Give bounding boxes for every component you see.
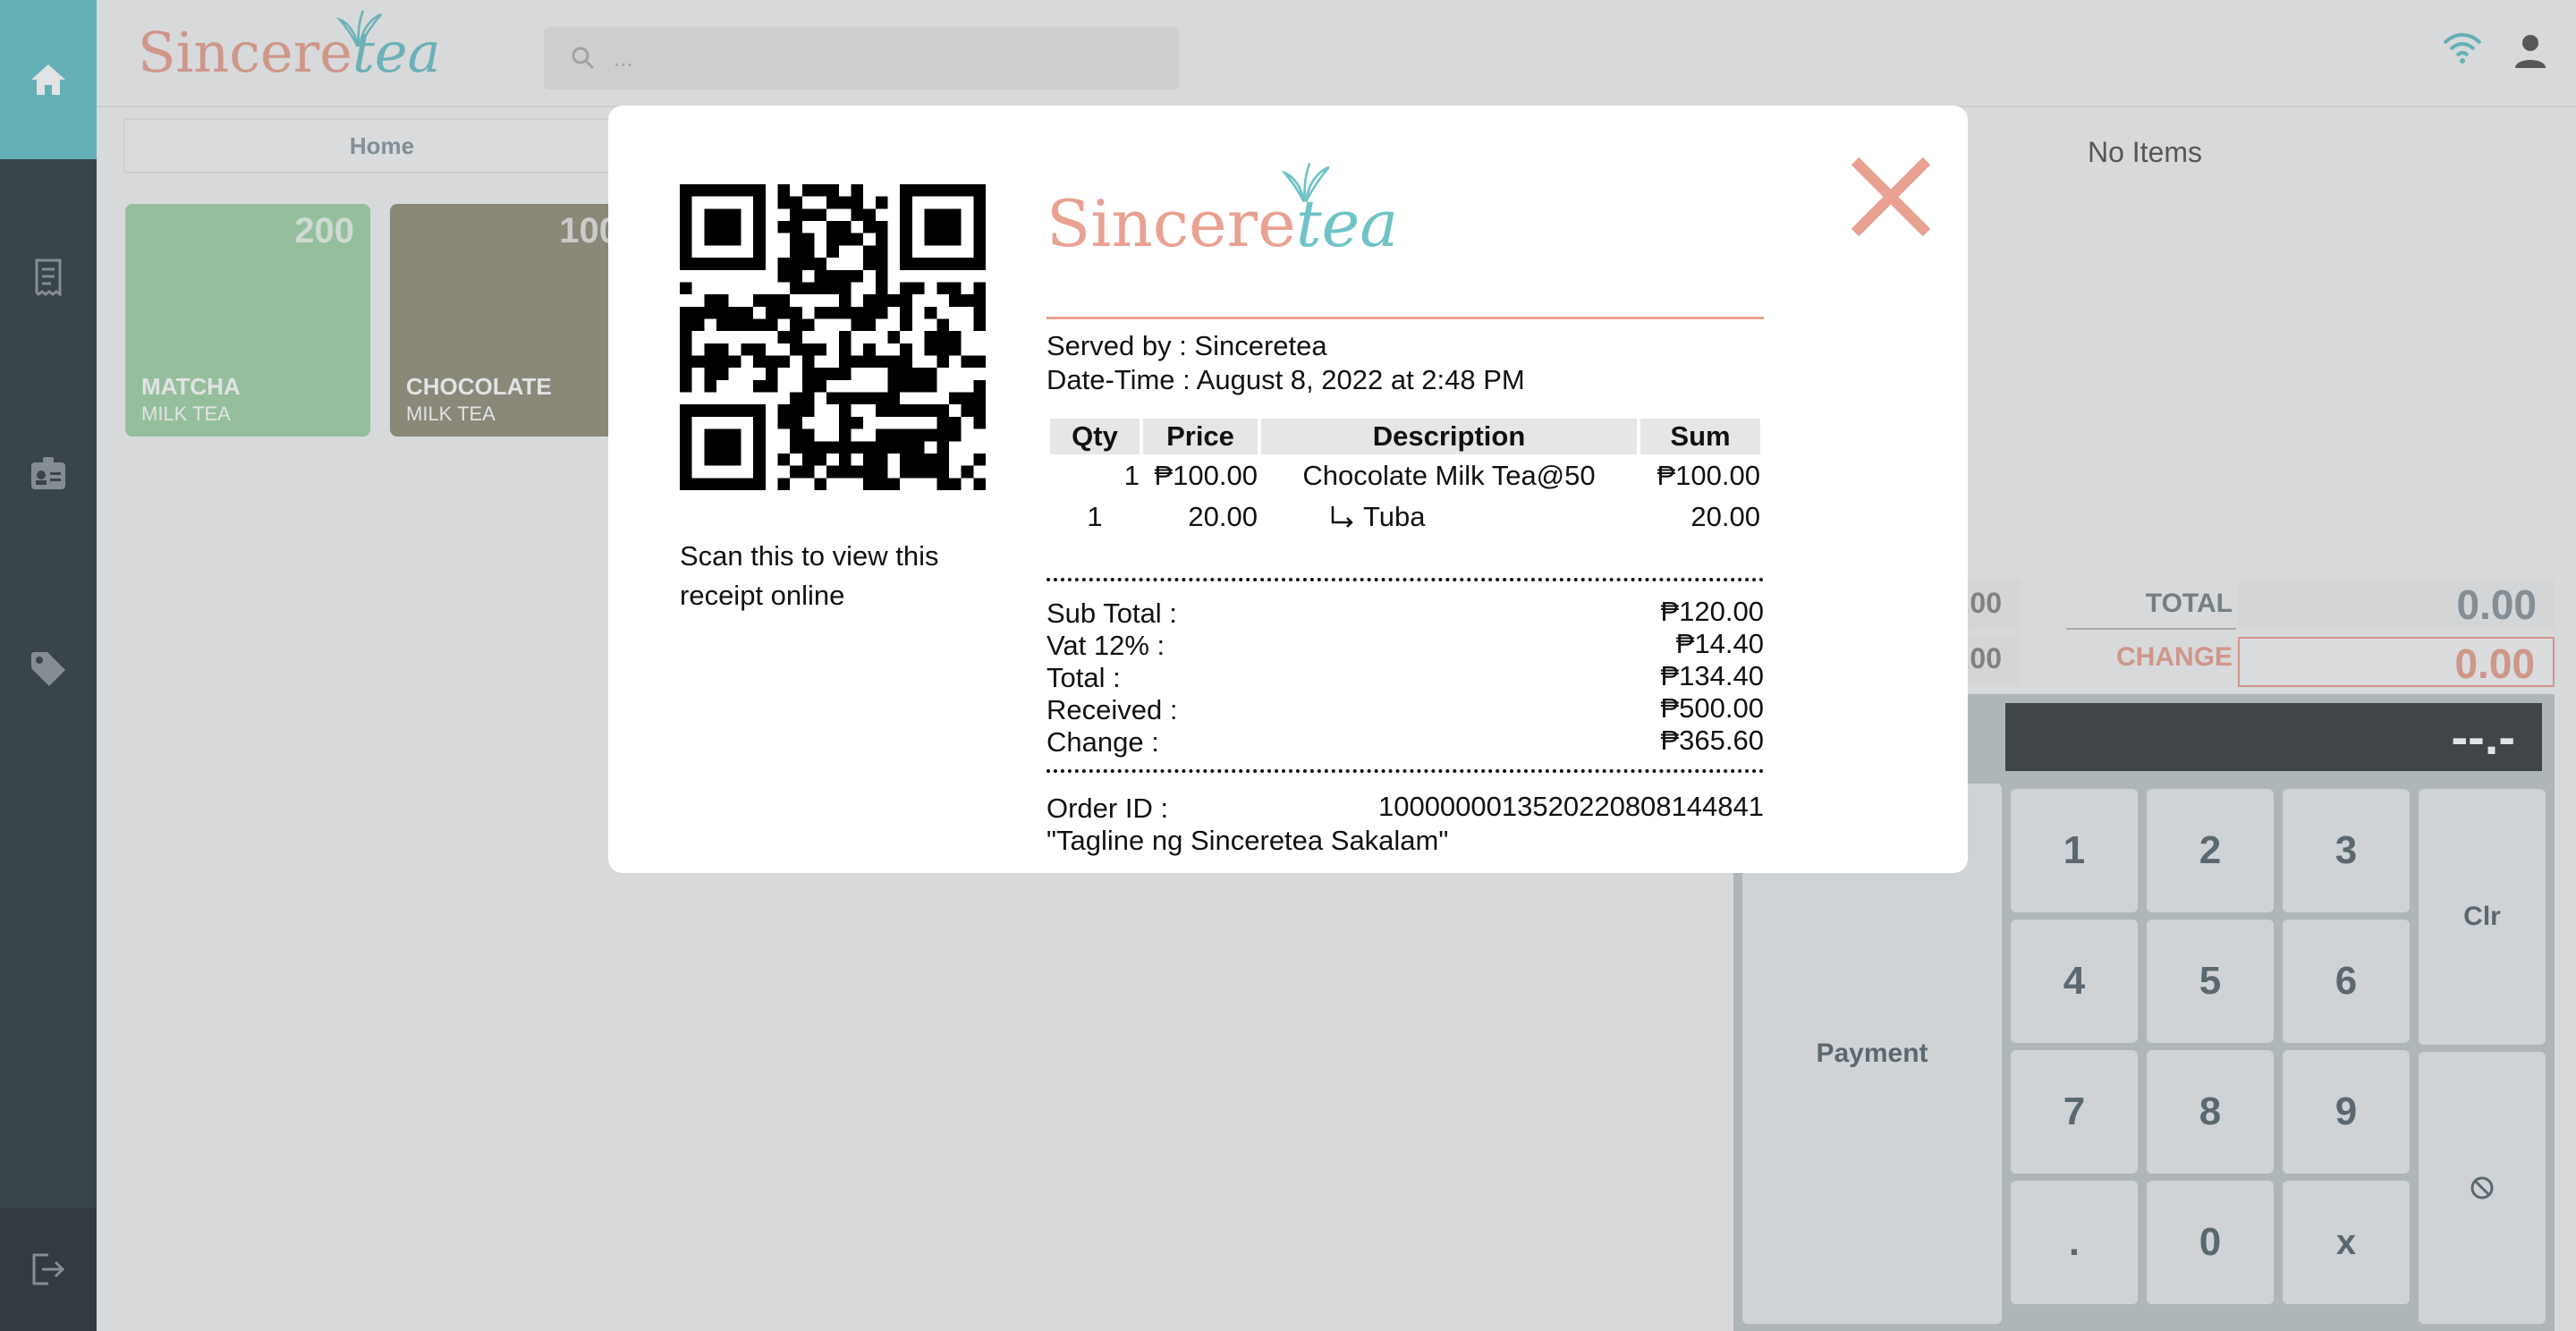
receipt-modal: Scan this to view this receipt online Si… bbox=[608, 106, 1968, 873]
receipt-logo: Sinceretea bbox=[1046, 163, 1398, 261]
receipt-qr-code bbox=[680, 184, 986, 490]
total-label: Total : bbox=[1046, 662, 1121, 693]
close-button[interactable] bbox=[1846, 152, 1936, 242]
leaf-icon bbox=[1281, 163, 1330, 203]
date-time: Date-Time : August 8, 2022 at 2:48 PM bbox=[1046, 364, 1525, 395]
order-id-value: 100000001352022080814484​1 bbox=[1377, 791, 1764, 822]
order-id-label: Order ID : bbox=[1046, 793, 1169, 824]
divider-dotted bbox=[1046, 769, 1764, 773]
logo-underline bbox=[1046, 317, 1764, 319]
row-description: Chocolate Milk Tea@50 bbox=[1302, 460, 1596, 491]
sub-item-arrow-icon bbox=[1331, 506, 1353, 528]
column-header-price: Price bbox=[1143, 419, 1258, 454]
tagline: "Tagline ng Sinceretea Sakalam" bbox=[1046, 825, 1449, 856]
served-by: Served by : Sinceretea bbox=[1046, 330, 1327, 361]
column-header-qty: Qty bbox=[1050, 419, 1140, 454]
row-qty: 1 bbox=[1087, 501, 1103, 532]
column-header-sum: Sum bbox=[1640, 419, 1760, 454]
column-header-description: Description bbox=[1261, 419, 1637, 454]
row-qty: 1 bbox=[1123, 460, 1140, 491]
subtotal-label: Sub Total : bbox=[1046, 598, 1177, 629]
vat-value: ₱14.40 bbox=[1675, 628, 1764, 659]
row-price: ₱100.00 bbox=[1154, 460, 1258, 491]
change-label: Change : bbox=[1046, 726, 1159, 758]
scan-instructions: Scan this to view this receipt online bbox=[680, 540, 939, 611]
vat-label: Vat 12% : bbox=[1046, 630, 1165, 661]
close-icon bbox=[1851, 157, 1931, 237]
received-value: ₱500.00 bbox=[1660, 692, 1765, 724]
row-sum: 20.00 bbox=[1690, 501, 1760, 532]
row-price: 20.00 bbox=[1188, 501, 1258, 532]
subtotal-value: ₱120.00 bbox=[1660, 596, 1765, 627]
change-value: ₱365.60 bbox=[1660, 725, 1765, 756]
received-label: Received : bbox=[1046, 694, 1178, 725]
row-sum: ₱100.00 bbox=[1657, 460, 1761, 491]
total-value: ₱134.40 bbox=[1660, 660, 1765, 691]
divider-dotted bbox=[1046, 578, 1764, 581]
row-description: Tuba bbox=[1363, 501, 1426, 532]
